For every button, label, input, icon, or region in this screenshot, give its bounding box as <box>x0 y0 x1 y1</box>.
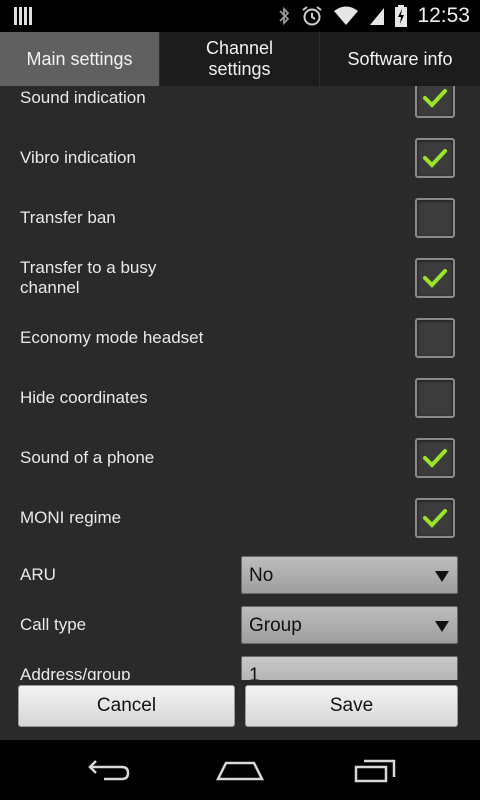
dropdown-arrow-icon <box>435 621 449 632</box>
setting-label: Economy mode headset <box>20 328 204 347</box>
setting-row-moni-regime: MONI regime <box>0 488 480 548</box>
status-icons: 12:53 <box>277 0 470 32</box>
setting-row-address: Address/group 1 <box>0 656 480 680</box>
bars-icon <box>14 7 34 25</box>
transfer-ban-checkbox[interactable] <box>415 198 455 238</box>
address-value: 1 <box>249 665 260 680</box>
setting-label: Sound indication <box>20 88 146 107</box>
action-bar: Cancel Save <box>0 680 480 740</box>
save-button[interactable]: Save <box>245 685 458 727</box>
clock: 12:53 <box>417 4 470 27</box>
setting-label: Sound of a phone <box>20 448 155 467</box>
setting-row-aru: ARU No <box>0 556 480 606</box>
home-button[interactable] <box>210 750 270 790</box>
setting-row-sound-phone: Sound of a phone <box>0 428 480 488</box>
tab-label: Software info <box>347 48 453 69</box>
status-bar: 12:53 <box>0 0 480 32</box>
tab-bar: Main settings Channel settings Software i… <box>0 32 480 86</box>
navigation-bar <box>0 740 480 800</box>
battery-charging-icon <box>395 5 408 27</box>
setting-row-call-type: Call type Group <box>0 606 480 656</box>
setting-label: MONI regime <box>20 508 122 527</box>
economy-mode-checkbox[interactable] <box>415 318 455 358</box>
setting-row-hide-coordinates: Hide coordinates <box>0 368 480 428</box>
dropdown-arrow-icon <box>435 571 449 582</box>
cancel-button[interactable]: Cancel <box>18 685 235 727</box>
setting-label: Vibro indication <box>20 148 136 167</box>
checkmark-icon <box>423 89 447 108</box>
call-type-value: Group <box>249 615 302 636</box>
checkmark-icon <box>423 149 447 168</box>
call-type-label: Call type <box>20 615 87 634</box>
setting-row-economy-mode: Economy mode headset <box>0 308 480 368</box>
checkmark-icon <box>423 449 447 468</box>
tab-label: Main settings <box>26 48 133 69</box>
tab-label: Channel settings <box>205 38 274 79</box>
aru-label: ARU <box>20 565 56 584</box>
address-input[interactable]: 1 <box>241 656 458 680</box>
setting-row-transfer-busy: Transfer to a busy channel <box>0 248 480 308</box>
checkmark-icon <box>423 269 447 288</box>
tab-channel-settings[interactable]: Channel settings <box>160 32 320 86</box>
checkmark-icon <box>423 509 447 528</box>
setting-row-transfer-ban: Transfer ban <box>0 188 480 248</box>
tab-main-settings[interactable]: Main settings <box>0 32 160 86</box>
alarm-icon <box>302 6 323 26</box>
tab-software-info[interactable]: Software info <box>320 32 480 86</box>
moni-regime-checkbox[interactable] <box>415 498 455 538</box>
call-type-dropdown[interactable]: Group <box>241 606 458 644</box>
address-label: Address/group <box>20 665 131 680</box>
setting-label: Transfer to a busy channel <box>20 258 157 297</box>
hide-coordinates-checkbox[interactable] <box>415 378 455 418</box>
setting-label: Transfer ban <box>20 208 116 227</box>
setting-row-vibro-indication: Vibro indication <box>0 128 480 188</box>
sound-indication-checkbox[interactable] <box>415 86 455 118</box>
sound-phone-checkbox[interactable] <box>415 438 455 478</box>
home-icon <box>215 761 265 781</box>
aru-dropdown[interactable]: No <box>241 556 458 594</box>
bluetooth-icon <box>279 6 290 26</box>
back-icon <box>88 760 130 781</box>
signal-icon <box>370 8 385 25</box>
setting-label: Hide coordinates <box>20 388 148 407</box>
vibro-indication-checkbox[interactable] <box>415 138 455 178</box>
back-button[interactable] <box>77 750 137 790</box>
settings-list[interactable]: Sound indication Vibro indication Transf… <box>0 86 480 680</box>
recents-button[interactable] <box>345 750 405 790</box>
aru-value: No <box>249 565 274 586</box>
transfer-busy-checkbox[interactable] <box>415 258 455 298</box>
wifi-icon <box>334 6 359 25</box>
recents-icon <box>354 759 396 783</box>
setting-row-sound-indication: Sound indication <box>0 86 480 128</box>
